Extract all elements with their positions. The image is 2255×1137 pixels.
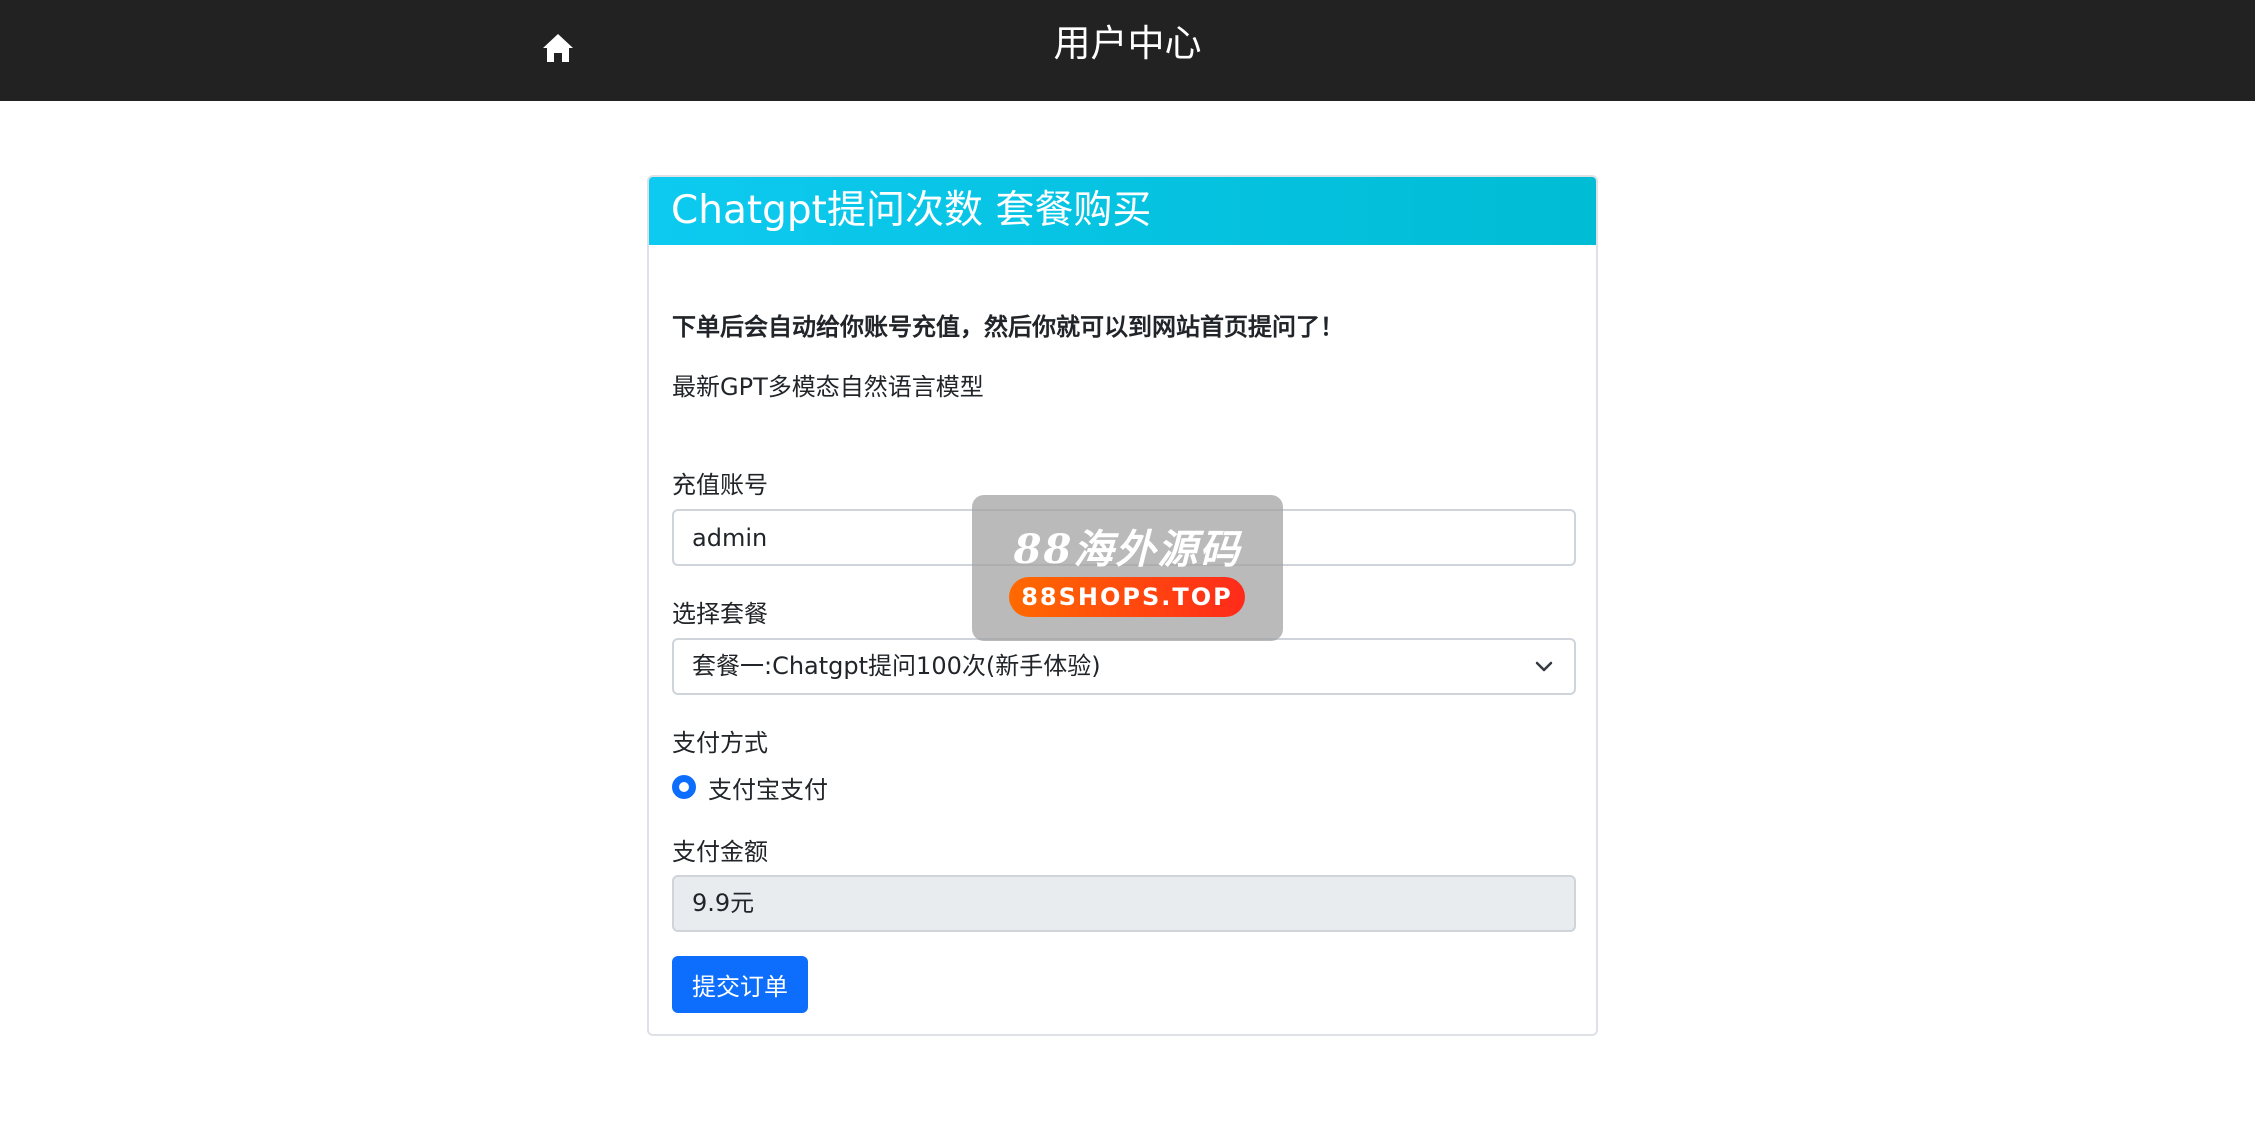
- page-title: 用户中心: [1053, 22, 1202, 65]
- payment-option-alipay[interactable]: 支付宝支付: [672, 770, 828, 804]
- watermark-subtitle: 88SHOPS.TOP: [1009, 577, 1245, 617]
- submit-order-button[interactable]: 提交订单: [672, 956, 808, 1013]
- radio-button[interactable]: [672, 775, 696, 799]
- payment-label: 支付方式: [672, 729, 768, 757]
- account-label: 充值账号: [672, 471, 768, 499]
- amount-label: 支付金额: [672, 838, 768, 866]
- watermark-title: 88海外源码: [1013, 526, 1242, 573]
- package-label: 选择套餐: [672, 600, 768, 628]
- amount-field: 9.9元: [672, 875, 1576, 932]
- notice-text: 下单后会自动给你账号充值，然后你就可以到网站首页提问了！: [672, 313, 1344, 341]
- card-title: Chatgpt提问次数 套餐购买: [649, 177, 1596, 245]
- description-text: 最新GPT多模态自然语言模型: [672, 373, 984, 401]
- package-selected-value: 套餐一:Chatgpt提问100次(新手体验): [692, 652, 1101, 680]
- package-select[interactable]: 套餐一:Chatgpt提问100次(新手体验): [672, 638, 1576, 695]
- chevron-down-icon: [1535, 661, 1553, 672]
- radio-checked-dot: [679, 782, 689, 792]
- watermark-logo: 88海外源码 88SHOPS.TOP: [972, 495, 1283, 641]
- top-navbar: 用户中心: [0, 0, 2255, 101]
- payment-option-label: 支付宝支付: [708, 775, 828, 804]
